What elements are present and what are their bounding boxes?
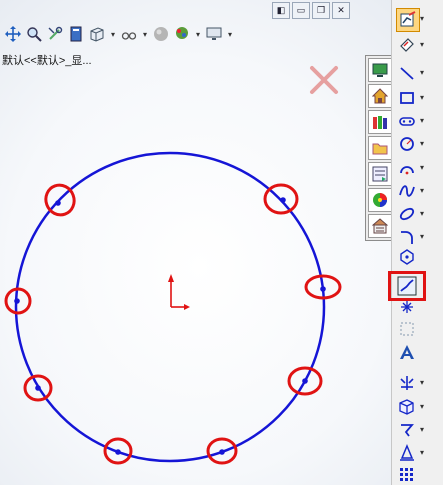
sketch-point[interactable] [320,286,326,292]
chevron-down-icon[interactable]: ▾ [420,186,424,195]
ellipse-icon[interactable] [396,203,418,225]
slot-icon[interactable] [396,110,418,132]
line-icon[interactable] [396,62,418,84]
chevron-down-icon[interactable]: ▾ [420,402,424,411]
smart-dimension-icon[interactable] [396,34,418,56]
chevron-down-icon[interactable]: ▾ [420,68,424,77]
sketch-circle[interactable] [14,151,326,463]
chevron-down-icon[interactable]: ▾ [194,30,202,39]
wrench-icon[interactable] [46,25,64,43]
sketch-icon[interactable] [396,8,420,32]
chevron-down-icon[interactable]: ▾ [420,116,424,125]
chevron-down-icon[interactable]: ▾ [420,209,424,218]
window-minimize-button[interactable]: ▭ [292,2,310,19]
exit-sketch-icon[interactable] [310,66,338,94]
window-restore-button[interactable]: ❐ [312,2,330,19]
chevron-down-icon[interactable]: ▾ [420,93,424,102]
grid-icon[interactable] [396,464,418,486]
sketch-point[interactable] [115,449,121,455]
scene-icon[interactable] [173,25,191,43]
properties-icon[interactable] [368,214,392,238]
cube-icon[interactable] [88,25,106,43]
point-icon[interactable] [396,296,418,318]
window-tile-button[interactable]: ◧ [272,2,290,19]
fillet-icon[interactable] [396,226,418,248]
text-icon[interactable] [396,341,418,363]
chevron-down-icon[interactable]: ▾ [420,40,424,49]
pattern-icon[interactable] [396,442,418,464]
sketch-point[interactable] [302,378,308,384]
chevron-down-icon[interactable]: ▾ [420,448,424,457]
window-close-button[interactable]: ✕ [332,2,350,19]
chevron-down-icon[interactable]: ▾ [420,139,424,148]
sphere-icon[interactable] [152,25,170,43]
sketch-point[interactable] [280,197,286,203]
sketch-point[interactable] [219,449,225,455]
plane-icon[interactable] [396,246,418,268]
chevron-down-icon[interactable]: ▾ [226,30,234,39]
chevron-down-icon[interactable]: ▾ [420,378,424,387]
sketch-point[interactable] [14,298,20,304]
spline-icon[interactable] [396,180,418,202]
arc-icon[interactable] [396,157,418,179]
move-icon[interactable] [4,25,22,43]
library-icon[interactable] [368,110,392,134]
sketch-toolbar: ▾ ▾ ▾ ▾ ▾ ▾ ▾ ▾ ▾ ▾ ▾ ▾ ▾ ▾ [388,0,443,486]
chevron-down-icon[interactable]: ▾ [420,163,424,172]
mirror-entities-icon[interactable] [396,372,418,394]
monitor-icon[interactable] [205,25,223,43]
config-breadcrumb: 默认<<默认>_显... [2,55,92,67]
convert-entities-icon[interactable] [396,396,418,418]
highlight-marks [4,183,342,465]
task-icon[interactable] [368,162,392,186]
sketch-point[interactable] [35,385,41,391]
chevron-down-icon[interactable]: ▾ [109,30,117,39]
appearance-icon[interactable] [368,188,392,212]
window-controls: ◧ ▭ ❐ ✕ [272,2,350,19]
rectangle-icon[interactable] [396,87,418,109]
chevron-down-icon[interactable]: ▾ [141,30,149,39]
display-icon[interactable] [368,58,392,82]
chevron-down-icon[interactable]: ▾ [420,425,424,434]
chevron-down-icon[interactable]: ▾ [420,14,424,23]
home-icon[interactable] [368,84,392,108]
circle-icon[interactable] [396,133,418,155]
glasses-icon[interactable] [120,25,138,43]
heads-up-toolbar: ▾ ▾ ▾ ▾ [0,22,234,46]
trim-icon[interactable] [396,419,418,441]
chevron-down-icon[interactable]: ▾ [420,232,424,241]
task-pane-tabs [365,55,393,241]
folder-icon[interactable] [368,136,392,160]
offset-icon[interactable] [396,318,418,340]
origin-icon [168,274,190,310]
sketch-point[interactable] [55,200,61,206]
notebook-icon[interactable] [67,25,85,43]
zoom-icon[interactable] [25,25,43,43]
